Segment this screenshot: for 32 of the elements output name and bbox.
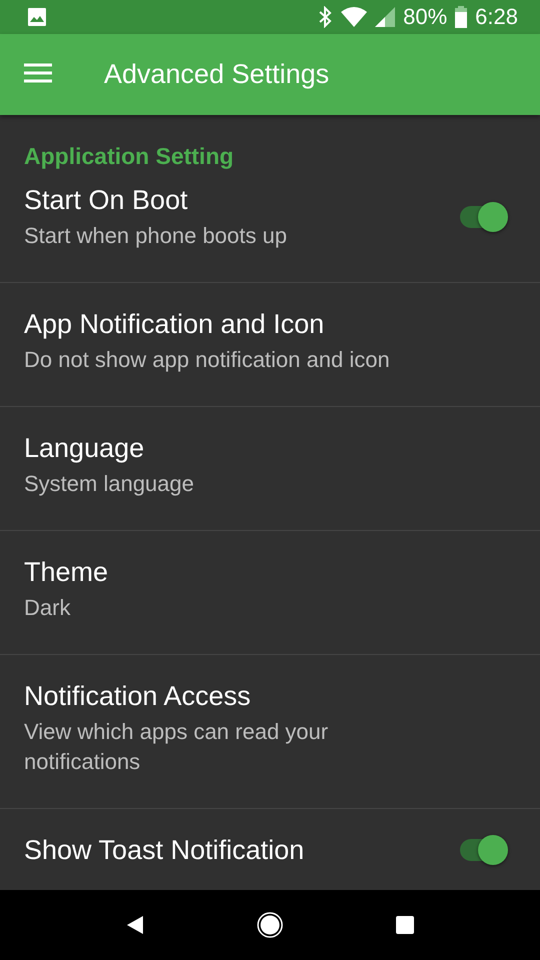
battery-icon [455,6,468,28]
settings-item[interactable]: Start On Boot Start when phone boots up [0,171,540,282]
home-icon [256,912,283,938]
menu-icon [24,62,52,82]
setting-summary: Dark [24,594,72,622]
setting-summary: System language [24,470,195,498]
image-icon [28,8,46,26]
clock: 6:28 [475,4,518,30]
setting-title: Notification Access [24,680,252,713]
settings-item[interactable]: Language System language [0,406,540,530]
recents-button[interactable] [396,916,414,934]
battery-percentage: 80% [403,4,448,30]
bluetooth-icon [317,6,334,28]
setting-title: Show Toast Notification [24,834,306,867]
setting-summary: Do not show app notification and icon [24,346,391,374]
wifi-icon [341,7,368,27]
setting-title: Theme [24,556,110,589]
home-button[interactable] [256,912,283,938]
settings-item[interactable]: Notification Access View which apps can read your notifications [0,654,540,808]
setting-summary: Start when phone boots up [24,222,288,250]
settings-item[interactable]: App Notification and Icon Do not show app notification and icon [0,282,540,406]
section-header: Application Setting [23,142,235,171]
signal-icon [375,7,396,27]
setting-title: Start On Boot [24,184,189,217]
screen-title: Advanced Settings [104,59,330,90]
back-button[interactable] [126,915,144,935]
setting-summary: View which apps can read your notifications [24,718,330,776]
setting-title: Language [24,432,146,465]
back-icon [126,915,144,935]
setting-title: App Notification and Icon [24,308,326,341]
settings-item[interactable]: Theme Dark [0,530,540,654]
recents-icon [396,916,414,934]
